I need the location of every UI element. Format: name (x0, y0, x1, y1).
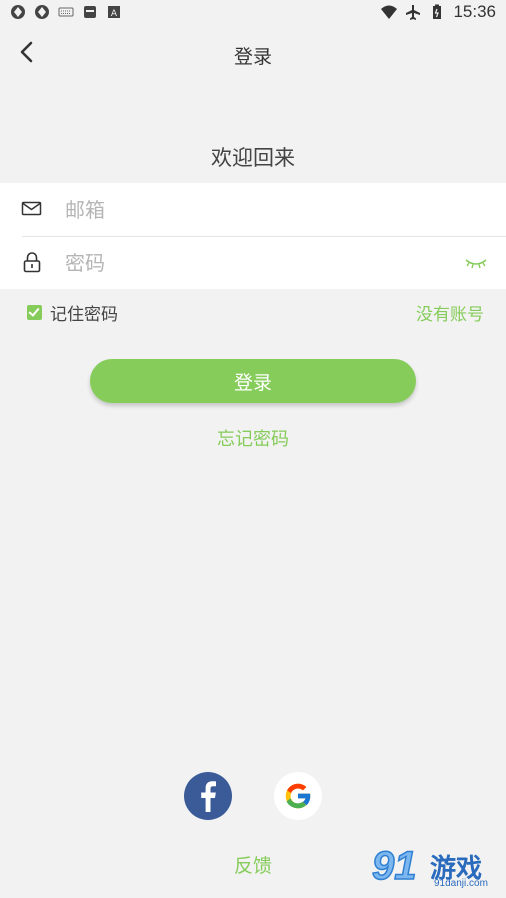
keyboard-icon (58, 7, 74, 17)
google-login-button[interactable] (274, 772, 322, 820)
watermark-url: 91danji.com (434, 878, 488, 889)
lock-icon (23, 252, 41, 273)
login-button[interactable]: 登录 (90, 359, 416, 403)
battery-icon (433, 4, 442, 19)
password-row (0, 236, 506, 289)
wifi-icon (381, 5, 398, 19)
remember-me-checkbox[interactable]: 记住密码 (27, 300, 118, 325)
eye-closed-icon[interactable] (464, 250, 488, 274)
facebook-icon (201, 781, 216, 812)
email-input[interactable] (63, 191, 447, 229)
watermark-number: 91 (371, 843, 417, 889)
welcome-heading: 欢迎回来 (211, 146, 295, 170)
status-bar: A 15:36 (0, 0, 506, 26)
svg-text:A: A (111, 9, 118, 19)
remember-me-label: 记住密码 (50, 305, 118, 325)
email-row (0, 183, 506, 236)
font-icon: A (108, 6, 120, 19)
watermark-logo: 91 游戏 91danji.com (371, 843, 502, 894)
app-icon-2 (35, 5, 49, 19)
status-notification-icons: A (10, 4, 122, 20)
facebook-login-button[interactable] (184, 772, 232, 820)
app-icon-1 (11, 5, 25, 19)
login-form (0, 183, 506, 289)
status-system-icons: 15:36 (381, 2, 496, 22)
no-account-link[interactable]: 没有账号 (416, 300, 484, 325)
airplane-icon (406, 5, 421, 20)
status-time: 15:36 (453, 2, 496, 21)
app-header: 登录 (0, 26, 506, 82)
social-login (184, 772, 324, 820)
checkbox-checked-icon[interactable] (27, 305, 42, 320)
mail-icon (21, 201, 42, 216)
forgot-password-link[interactable]: 忘记密码 (0, 425, 506, 451)
password-input[interactable] (63, 244, 447, 282)
sd-card-icon (84, 6, 96, 18)
page-title: 登录 (233, 46, 272, 68)
google-icon (285, 783, 312, 809)
